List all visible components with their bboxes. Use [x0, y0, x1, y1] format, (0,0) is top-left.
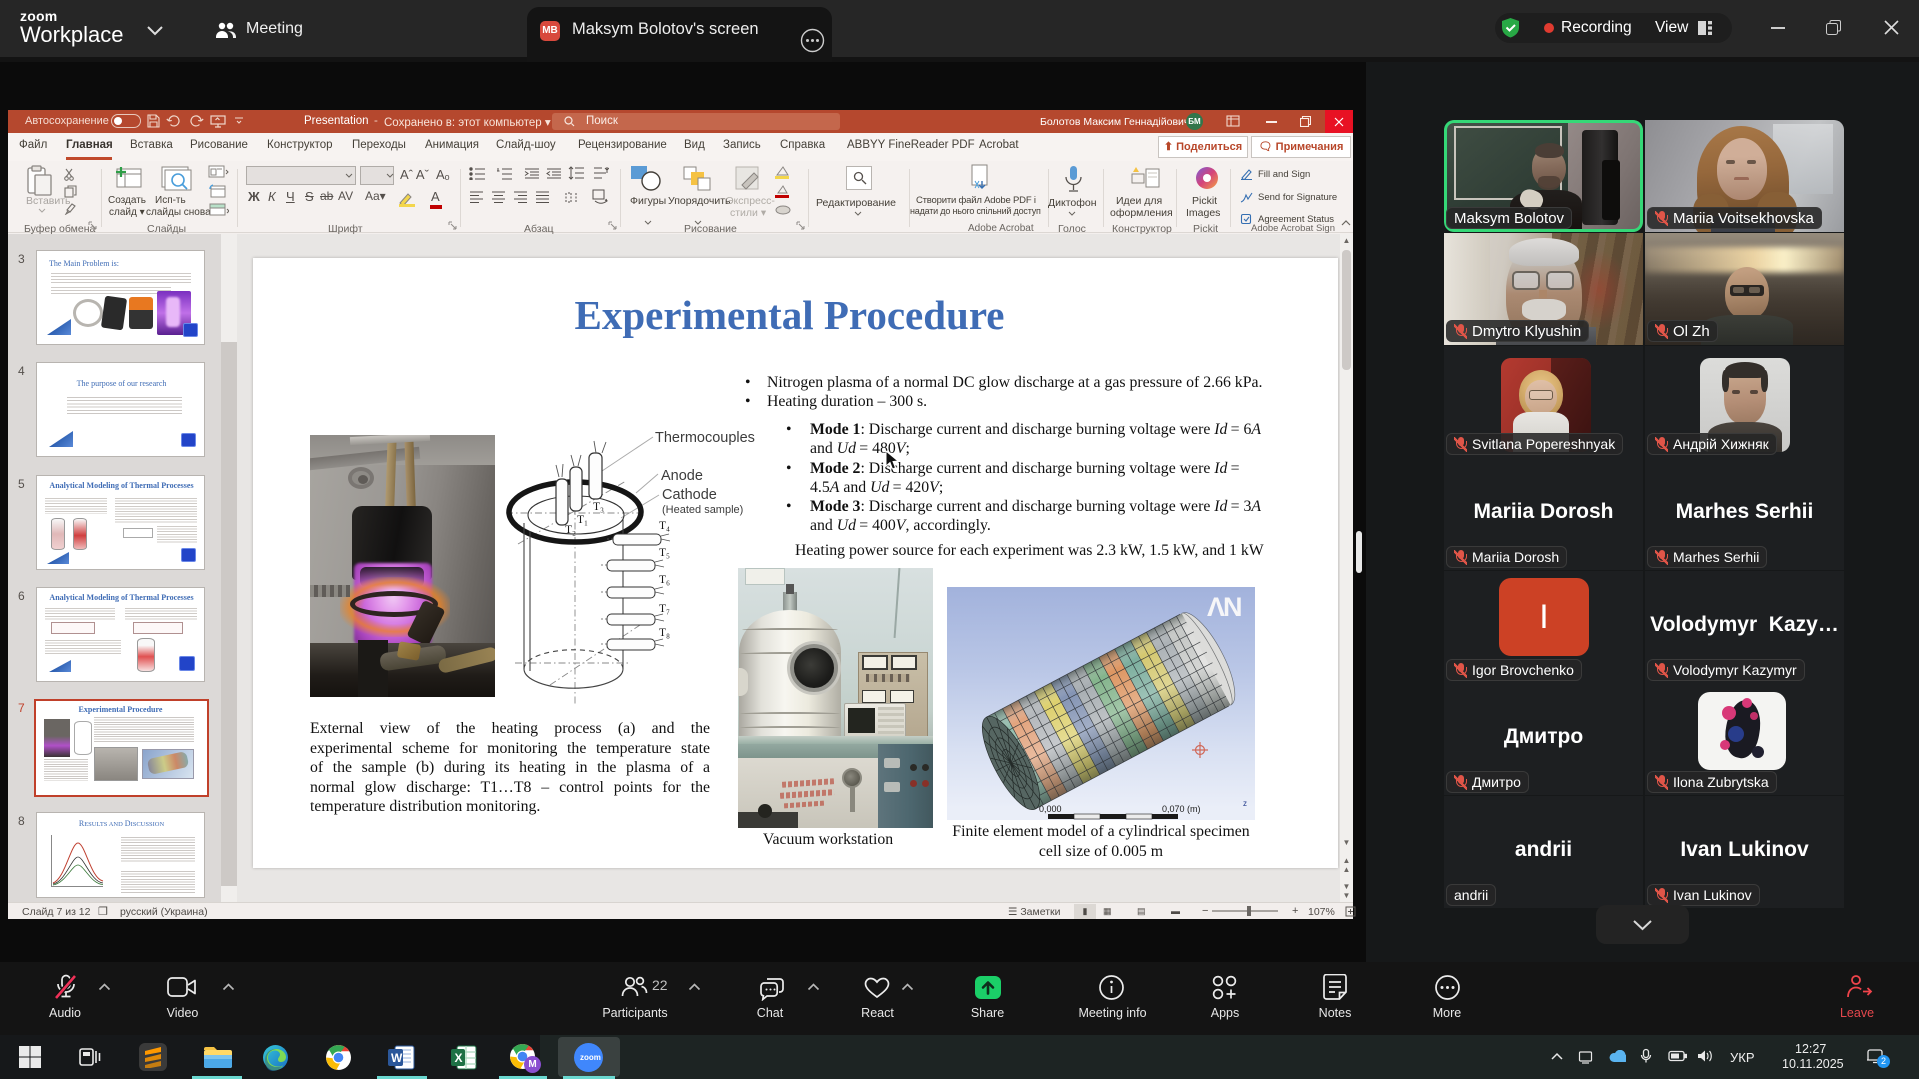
svg-text:0,000: 0,000 [1039, 804, 1062, 814]
svg-text:T₆: T₆ [659, 574, 670, 586]
svg-text:T₈: T₈ [659, 627, 670, 639]
svg-text:Thermocouples: Thermocouples [655, 430, 755, 446]
svg-text:X: X [455, 1051, 463, 1065]
svg-text:W: W [391, 1051, 403, 1065]
svg-text:0,070 (m): 0,070 (m) [1162, 804, 1201, 814]
svg-text:T₄: T₄ [659, 520, 670, 532]
svg-text:T₁: T₁ [577, 514, 588, 526]
svg-text:z: z [1243, 799, 1247, 808]
svg-text:(Heated sample): (Heated sample) [662, 504, 743, 516]
svg-text:Cathode: Cathode [662, 487, 717, 503]
svg-text:T₇: T₇ [659, 603, 670, 615]
svg-text:T₂: T₂ [565, 524, 576, 536]
svg-text:T₃: T₃ [593, 501, 604, 513]
svg-text:T₅: T₅ [659, 547, 670, 559]
svg-text:Anode: Anode [661, 468, 703, 484]
